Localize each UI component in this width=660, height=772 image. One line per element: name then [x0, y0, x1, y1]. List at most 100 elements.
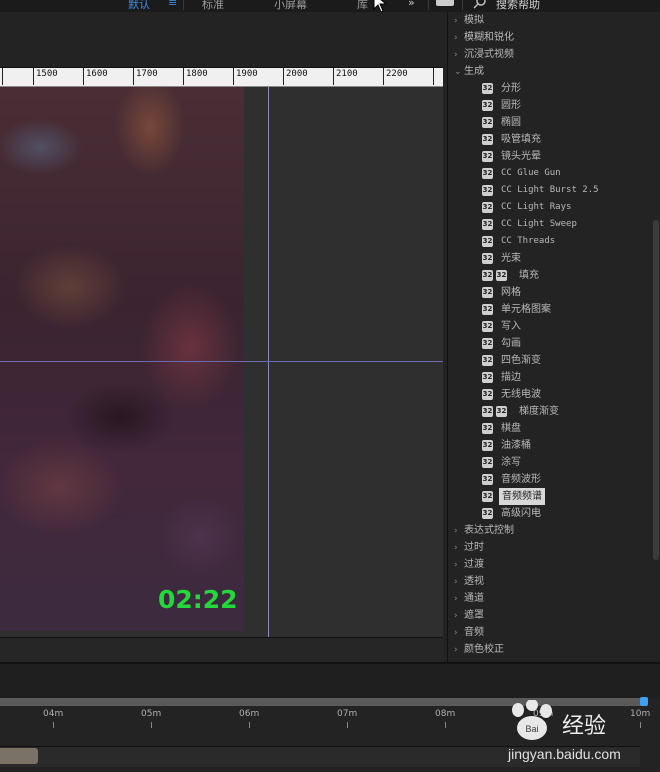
- category-item[interactable]: › 颜色校正: [454, 641, 504, 658]
- category-immersive-video[interactable]: › 沉浸式视频: [454, 46, 514, 63]
- effect-item[interactable]: 32 CC Threads: [448, 233, 648, 250]
- effect-preset-icon: 32: [482, 202, 493, 213]
- effect-preset-icon: 32: [482, 338, 493, 349]
- category-item[interactable]: › 音频: [454, 624, 484, 641]
- effect-label: 分形: [501, 83, 521, 94]
- category-item[interactable]: › 遮罩: [454, 607, 484, 624]
- timecode-overlay: 02:22: [158, 585, 238, 614]
- workspace-tab-library[interactable]: 库: [357, 0, 368, 12]
- search-help-input[interactable]: 搜索帮助: [496, 0, 540, 12]
- category-item[interactable]: › 表达式控制: [454, 522, 514, 539]
- effect-item[interactable]: 32 棋盘: [448, 420, 648, 437]
- effect-label: 填充: [519, 270, 539, 281]
- effect-item[interactable]: 32 涂写: [448, 454, 648, 471]
- effect-label: 油漆桶: [501, 440, 531, 451]
- layer-clip-bar[interactable]: [0, 748, 38, 764]
- category-label: 颜色校正: [464, 644, 504, 655]
- category-generate[interactable]: ⌄ 生成: [454, 63, 484, 80]
- effect-item[interactable]: 32 油漆桶: [448, 437, 648, 454]
- effect-item[interactable]: 32 四色渐变: [448, 352, 648, 369]
- category-simulation[interactable]: › 模拟: [454, 12, 484, 29]
- effect-item[interactable]: 32 光束: [448, 250, 648, 267]
- effect-label: CC Light Sweep: [501, 219, 577, 229]
- effect-preset-icon: 32: [482, 287, 493, 298]
- effect-item[interactable]: 32 写入: [448, 318, 648, 335]
- effect-item[interactable]: 32 圆形: [448, 97, 648, 114]
- workspace-overflow-button[interactable]: »: [408, 0, 415, 9]
- workspace-tab-standard[interactable]: 标准: [202, 0, 224, 12]
- horizontal-ruler[interactable]: 1500 1600 1700 1800 1900 2000 2100 2200: [0, 68, 443, 87]
- effect-item[interactable]: 32 CC Light Sweep: [448, 216, 648, 233]
- ruler-tick: [183, 68, 184, 85]
- chevron-right-icon: ›: [454, 526, 458, 536]
- ruler-label: 1500: [36, 69, 58, 79]
- effect-preset-icon: 32: [482, 83, 493, 94]
- vertical-guide-line[interactable]: [268, 87, 269, 637]
- effect-label: 无线电波: [501, 389, 541, 400]
- effect-item[interactable]: 32 音频波形: [448, 471, 648, 488]
- effect-item[interactable]: 32 镜头光晕: [448, 148, 648, 165]
- effect-label: 高级闪电: [501, 508, 541, 519]
- horizontal-guide-line[interactable]: [0, 361, 443, 362]
- effect-item[interactable]: 32 单元格图案: [448, 301, 648, 318]
- effect-preset-icon: 32: [482, 321, 493, 332]
- effect-item[interactable]: 32 音频频谱: [448, 488, 648, 505]
- chevron-right-icon: ›: [454, 33, 458, 43]
- effect-item[interactable]: 32 勾画: [448, 335, 648, 352]
- ruler-label: 2100: [336, 69, 358, 79]
- category-label: 透视: [464, 576, 484, 587]
- baidu-paw-logo: Bai: [512, 700, 552, 740]
- timeline-label: 05m: [141, 709, 162, 719]
- category-item[interactable]: › 通道: [454, 590, 484, 607]
- divider: [462, 0, 463, 10]
- effect-label: 椭圆: [501, 117, 521, 128]
- effect-label: 描边: [501, 372, 521, 383]
- sync-settings-icon[interactable]: [436, 0, 454, 6]
- effect-item[interactable]: 32 椭圆: [448, 114, 648, 131]
- category-blur-sharpen[interactable]: › 模糊和锐化: [454, 29, 514, 46]
- timeline-label: 08m: [435, 709, 456, 719]
- effect-item[interactable]: 32 网格: [448, 284, 648, 301]
- category-label: 过时: [464, 542, 484, 553]
- effects-scrollbar[interactable]: [653, 220, 659, 560]
- category-item[interactable]: › 过时: [454, 539, 484, 556]
- workspace-menu-icon[interactable]: ≡: [168, 0, 177, 9]
- effect-item[interactable]: 32 无线电波: [448, 386, 648, 403]
- effect-preset-icon: 32: [482, 491, 493, 502]
- effect-item[interactable]: 32 吸管填充: [448, 131, 648, 148]
- ruler-tick: [2, 68, 3, 85]
- effect-item[interactable]: 32 高级闪电: [448, 505, 648, 522]
- effect-preset-icon: 32: [482, 304, 493, 315]
- effect-label: 光束: [501, 253, 521, 264]
- effect-item[interactable]: 32 CC Light Rays: [448, 199, 648, 216]
- ruler-tick: [83, 68, 84, 85]
- ruler-label: 1900: [236, 69, 258, 79]
- workspace-tab-default[interactable]: 默认: [128, 0, 150, 12]
- timeline-label: 04m: [43, 709, 64, 719]
- effect-preset-icon: 32: [482, 406, 493, 417]
- category-item[interactable]: › 透视: [454, 573, 484, 590]
- category-label: 遮罩: [464, 610, 484, 621]
- search-icon[interactable]: [473, 0, 487, 10]
- workspace-tab-small-screen[interactable]: 小屏幕: [274, 0, 307, 12]
- effect-preset-icon: 32: [482, 474, 493, 485]
- effect-item[interactable]: 32 描边: [448, 369, 648, 386]
- effect-preset-icon: 32: [482, 423, 493, 434]
- timeline-label: 06m: [239, 709, 260, 719]
- effect-item[interactable]: 32 CC Light Burst 2.5: [448, 182, 648, 199]
- effect-preset-icon: 32: [482, 117, 493, 128]
- effect-item[interactable]: 32 分形: [448, 80, 648, 97]
- timeline-tick: [249, 722, 250, 728]
- workspace-bar: 默认 ≡ 标准 小屏幕 库 » 搜索帮助: [0, 0, 660, 13]
- effect-label: 梯度渐变: [519, 406, 559, 417]
- effect-item[interactable]: 32 32 填充: [448, 267, 648, 284]
- chevron-right-icon: ›: [454, 611, 458, 621]
- effect-item[interactable]: 32 CC Glue Gun: [448, 165, 648, 182]
- effect-item[interactable]: 32 32 梯度渐变: [448, 403, 648, 420]
- category-label: 模拟: [464, 15, 484, 26]
- effect-preset-icon: 32: [482, 219, 493, 230]
- watermark-brand: 经验: [562, 714, 607, 739]
- category-item[interactable]: › 过渡: [454, 556, 484, 573]
- category-label: 表达式控制: [464, 525, 514, 536]
- effect-label: CC Threads: [501, 236, 556, 246]
